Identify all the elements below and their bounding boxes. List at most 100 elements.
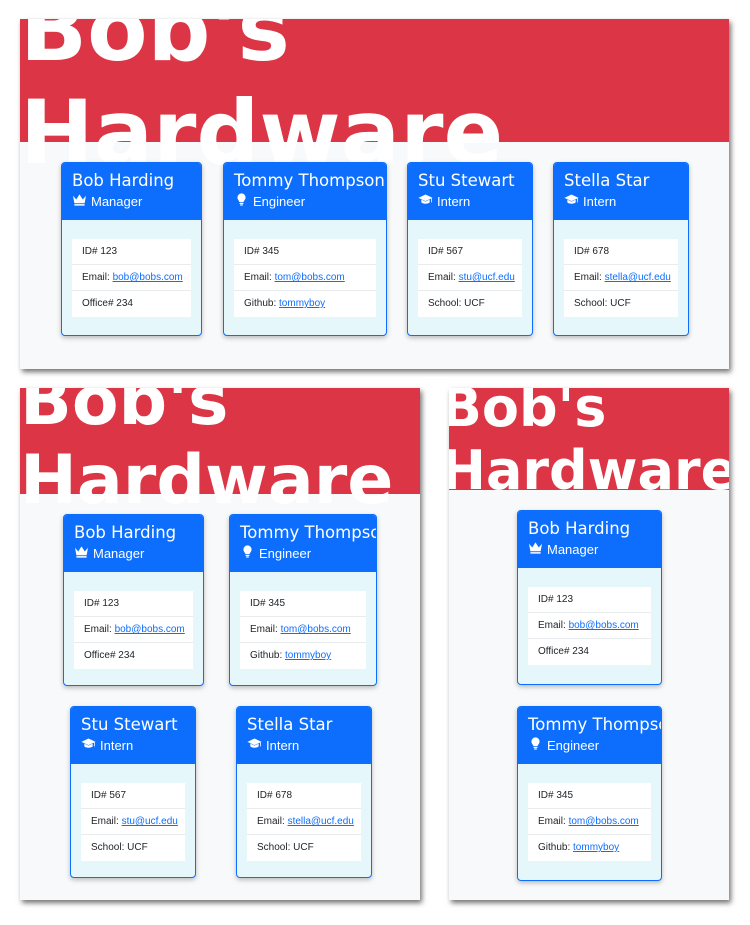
github-link[interactable]: tommyboy [285, 650, 331, 661]
employee-details-list: ID# 123 Email: bob@bobs.com Office# 234 [74, 591, 193, 669]
employee-id: ID# 678 [247, 783, 361, 809]
email-link[interactable]: tom@bobs.com [281, 624, 351, 635]
employee-role: Engineer [528, 737, 651, 753]
employee-email: Email: tom@bobs.com [234, 265, 376, 291]
github-link[interactable]: tommyboy [279, 298, 325, 309]
employee-card: Stella Star Intern ID# 678 Email: stella@uc… [553, 162, 689, 336]
card-header: Bob Harding Manager [518, 511, 661, 568]
email-link[interactable]: tom@bobs.com [275, 272, 345, 283]
jumbotron-header: Bob's Hardware [20, 19, 729, 184]
graduation-cap-icon [247, 737, 266, 753]
employee-github: Github: tommyboy [244, 298, 326, 309]
employee-role: Engineer [240, 545, 366, 561]
email-link[interactable]: bob@bobs.com [113, 272, 183, 283]
employee-id: ID# 678 [564, 239, 678, 265]
employee-id: ID# 345 [240, 591, 366, 617]
employee-id: ID# 123 [74, 591, 193, 617]
employee-email: Email: bob@bobs.com [528, 613, 651, 639]
employee-role: Intern [247, 737, 361, 753]
email-link[interactable]: stu@ucf.edu [459, 272, 515, 283]
employee-details-list: ID# 678 Email: stella@ucf.edu School: UCF [564, 239, 678, 317]
role-label: Manager [91, 193, 143, 209]
employee-school: School: UCF [257, 842, 314, 853]
employee-name: Stella Star [247, 715, 333, 734]
employee-name: Stella Star [564, 171, 650, 190]
employee-role: Intern [564, 193, 678, 209]
jumbotron-header: Bob's Hardware [20, 388, 420, 520]
employee-email: Email: stella@ucf.edu [247, 809, 361, 835]
employee-office: Office# 234 [538, 646, 589, 657]
role-label: Manager [547, 541, 599, 557]
employee-name: Tommy Thompson [234, 171, 385, 190]
employee-name: Stu Stewart [418, 171, 515, 190]
employee-name: Bob Harding [528, 519, 631, 538]
employee-school: School: UCF [574, 298, 631, 309]
email-link[interactable]: bob@bobs.com [115, 624, 185, 635]
crown-icon [72, 193, 91, 209]
role-label: Engineer [253, 193, 306, 209]
employee-github: Github: tommyboy [250, 650, 332, 661]
email-link[interactable]: tom@bobs.com [569, 816, 639, 827]
role-label: Intern [100, 737, 134, 753]
employee-school: School: UCF [91, 842, 148, 853]
role-label: Engineer [547, 737, 600, 753]
employee-details-list: ID# 123 Email: bob@bobs.com Office# 234 [72, 239, 191, 317]
tablet-view-screenshot: Bob's Hardware Bob Harding Manager ID# 123… [20, 388, 420, 900]
email-link[interactable]: stella@ucf.edu [605, 272, 671, 283]
employee-email: Email: bob@bobs.com [72, 265, 191, 291]
card-header: Stella Star Intern [554, 163, 688, 220]
employee-name: Tommy Thompson [240, 523, 377, 542]
email-link[interactable]: stella@ucf.edu [288, 816, 354, 827]
employee-name: Tommy Thompson [528, 715, 661, 734]
employee-details-list: ID# 345 Email: tom@bobs.com Github: tommyb… [234, 239, 376, 317]
employee-card: Stu Stewart Intern ID# 567 Email: stu@ucf.e… [70, 706, 196, 878]
employee-card: Tommy Thompson Engineer ID# 345Email: tom@… [517, 706, 662, 881]
employee-role: Intern [81, 737, 185, 753]
card-header: Tommy Thompson Engineer [230, 515, 376, 572]
employee-details-list: ID# 678 Email: stella@ucf.edu School: UCF [247, 783, 361, 861]
role-label: Intern [583, 193, 617, 209]
employee-card: Bob Harding Manager ID# 123 Email: bob@bobs… [63, 514, 204, 686]
employee-github: Github: tommyboy [538, 842, 620, 853]
graduation-cap-icon [418, 193, 437, 209]
card-header: Stu Stewart Intern [408, 163, 532, 220]
email-link[interactable]: bob@bobs.com [569, 620, 639, 631]
employee-school: School: UCF [428, 298, 485, 309]
card-header: Bob Harding Manager [64, 515, 203, 572]
employee-role: Manager [74, 545, 193, 561]
employee-details-list: ID# 345 Email: tom@bobs.com Github: tommyb… [240, 591, 366, 669]
employee-name: Bob Harding [74, 523, 177, 542]
card-header: Stu Stewart Intern [71, 707, 195, 764]
lightbulb-icon [528, 737, 547, 753]
lightbulb-icon [240, 545, 259, 561]
jumbotron-header: Bob's Hardware [449, 388, 729, 502]
crown-icon [74, 545, 93, 561]
employee-details-list: ID# 567 Email: stu@ucf.edu School: UCF [418, 239, 522, 317]
employee-office: Office# 234 [82, 298, 133, 309]
lightbulb-icon [234, 193, 253, 209]
card-header: Tommy Thompson Engineer [224, 163, 386, 220]
card-header: Bob Harding Manager [62, 163, 201, 220]
employee-id: ID# 567 [81, 783, 185, 809]
employee-card: Bob Harding Manager ID# 123 Email: bob@bobs… [61, 162, 202, 336]
mobile-view-screenshot: Bob's Hardware Bob Harding Manager ID# 123… [449, 388, 729, 900]
role-label: Engineer [259, 545, 312, 561]
employee-role: Manager [528, 541, 651, 557]
employee-details-list: ID# 345 Email: tom@bobs.com Github: tommyb… [528, 783, 651, 861]
employee-card: Tommy Thompson Engineer ID# 345Email: tom@… [223, 162, 387, 336]
page-title: Bob's Hardware [449, 388, 729, 502]
graduation-cap-icon [81, 737, 100, 753]
employee-name: Stu Stewart [81, 715, 178, 734]
github-link[interactable]: tommyboy [573, 842, 619, 853]
employee-id: ID# 345 [234, 239, 376, 265]
email-link[interactable]: stu@ucf.edu [122, 816, 178, 827]
employee-details-list: ID# 567 Email: stu@ucf.edu School: UCF [81, 783, 185, 861]
employee-card: Tommy Thompson Engineer ID# 345Email: tom@… [229, 514, 377, 686]
employee-id: ID# 345 [528, 783, 651, 809]
employee-office: Office# 234 [84, 650, 135, 661]
employee-card: Bob Harding Manager ID# 123 Email: bob@bobs… [517, 510, 662, 685]
crown-icon [528, 541, 547, 557]
employee-id: ID# 567 [418, 239, 522, 265]
card-header: Stella Star Intern [237, 707, 371, 764]
desktop-view-screenshot: Bob's Hardware Bob Harding Manager ID# 123… [20, 19, 729, 369]
